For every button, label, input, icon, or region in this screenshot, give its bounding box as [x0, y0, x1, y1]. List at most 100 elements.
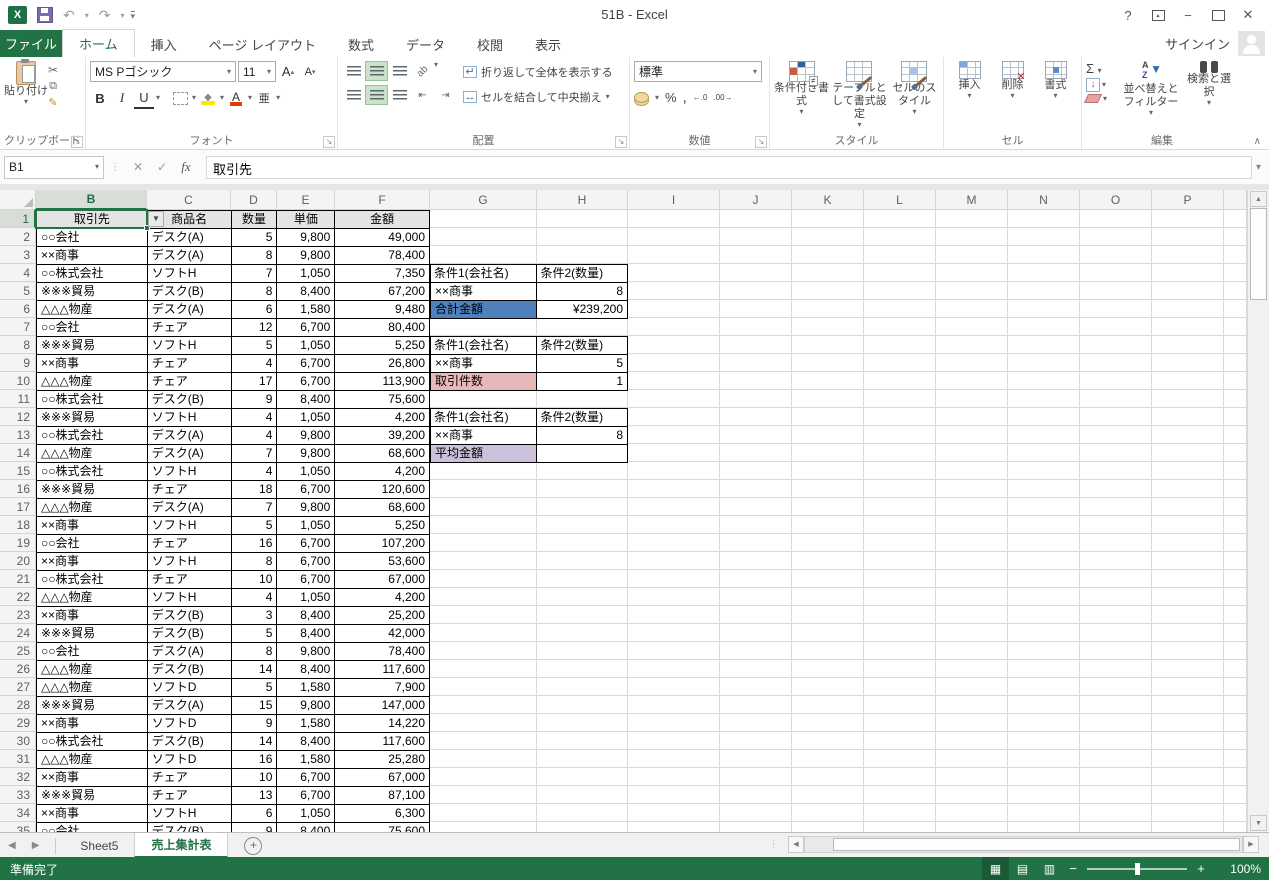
cell[interactable]: ※※※貿易	[37, 409, 148, 427]
number-format-combo[interactable]: 標準 ▾	[634, 61, 762, 82]
conditional-formatting-button[interactable]: ≠ 条件付き書式 ▾	[774, 61, 829, 129]
cell[interactable]: ソフトH	[148, 463, 232, 481]
cell[interactable]: 4	[232, 409, 278, 427]
cell[interactable]: 7	[232, 499, 278, 517]
cell[interactable]: 6,300	[335, 805, 430, 823]
undo-icon[interactable]: ↶	[63, 8, 75, 22]
cell[interactable]: 5	[232, 517, 278, 535]
cell[interactable]: 78,400	[335, 247, 430, 265]
cell[interactable]: チェア	[148, 355, 232, 373]
cell[interactable]: 6	[232, 805, 278, 823]
tab-file[interactable]: ファイル	[0, 30, 62, 57]
decrease-decimal-button[interactable]: .00→	[713, 93, 732, 102]
cell-styles-button[interactable]: セルのスタイル ▾	[890, 61, 939, 129]
cell[interactable]: 5,250	[335, 337, 430, 355]
horizontal-scrollbar[interactable]: ⋮ ◀ ▶	[769, 835, 1259, 853]
select-all-corner[interactable]	[0, 190, 36, 210]
cell[interactable]: ソフトD	[148, 715, 232, 733]
cell[interactable]: 8,400	[277, 391, 335, 409]
italic-button[interactable]: I	[112, 88, 132, 108]
cell[interactable]: ○○会社	[37, 535, 148, 553]
cell[interactable]: ××商事	[431, 355, 537, 373]
filter-dropdown-icon[interactable]: ▼	[148, 211, 164, 227]
cell[interactable]: 1,050	[277, 409, 335, 427]
cell[interactable]: 9,800	[277, 643, 335, 661]
cell[interactable]: 18	[232, 481, 278, 499]
row-header-18[interactable]: 18	[0, 516, 36, 534]
cell[interactable]: 1,050	[277, 265, 335, 283]
cell[interactable]: デスク(A)	[148, 445, 232, 463]
cell[interactable]: 10	[232, 571, 278, 589]
format-painter-icon[interactable]: ✎	[48, 96, 58, 109]
user-avatar[interactable]	[1238, 31, 1265, 56]
cell[interactable]: デスク(A)	[148, 427, 232, 445]
cell[interactable]: チェア	[148, 571, 232, 589]
cell[interactable]: 67,000	[335, 769, 430, 787]
header-cell[interactable]: 金額	[335, 211, 430, 229]
cell[interactable]: 4,200	[335, 589, 430, 607]
cell[interactable]: ○○会社	[37, 823, 148, 832]
cell[interactable]: 8	[232, 247, 278, 265]
cell[interactable]: ○○株式会社	[37, 733, 148, 751]
row-header-1[interactable]: 1	[0, 210, 36, 228]
cell[interactable]: ××商事	[37, 805, 148, 823]
excel-app-icon[interactable]: X	[8, 6, 27, 24]
cell[interactable]: 15	[232, 697, 278, 715]
cell[interactable]: ソフトH	[148, 805, 232, 823]
sheet-nav-left-icon[interactable]: ◀	[0, 840, 24, 851]
sheet-tab-sales-summary[interactable]: 売上集計表	[134, 833, 228, 858]
sort-filter-button[interactable]: A Z ▼ 並べ替えとフィルター ▾	[1120, 61, 1182, 117]
cell[interactable]: 4	[232, 463, 278, 481]
redo-caret-icon[interactable]: ▾	[120, 11, 124, 20]
align-bottom-button[interactable]	[388, 61, 411, 81]
cut-icon[interactable]: ✂	[48, 63, 58, 77]
cell[interactable]: 17	[232, 373, 278, 391]
cell[interactable]: 5,250	[335, 517, 430, 535]
header-cell[interactable]: 単価	[277, 211, 335, 229]
cell[interactable]: 53,600	[335, 553, 430, 571]
column-header-F[interactable]: F	[335, 190, 430, 210]
cell[interactable]: 75,600	[335, 391, 430, 409]
cell[interactable]: 14	[232, 661, 278, 679]
cell[interactable]: 25,200	[335, 607, 430, 625]
tab-data[interactable]: データ	[390, 31, 461, 57]
cell[interactable]: チェア	[148, 481, 232, 499]
cell[interactable]: デスク(A)	[148, 643, 232, 661]
row-header-28[interactable]: 28	[0, 696, 36, 714]
row-header-8[interactable]: 8	[0, 336, 36, 354]
currency-caret-icon[interactable]: ▾	[655, 94, 659, 102]
cell[interactable]: 7	[232, 445, 278, 463]
cell[interactable]: 5	[232, 625, 278, 643]
cell[interactable]: ○○株式会社	[37, 463, 148, 481]
cell[interactable]: ※※※貿易	[37, 625, 148, 643]
row-header-5[interactable]: 5	[0, 282, 36, 300]
row-header-19[interactable]: 19	[0, 534, 36, 552]
cell[interactable]: 6,700	[277, 553, 335, 571]
row-header-29[interactable]: 29	[0, 714, 36, 732]
cell[interactable]: ××商事	[37, 769, 148, 787]
cell[interactable]: △△△物産	[37, 301, 148, 319]
row-header-11[interactable]: 11	[0, 390, 36, 408]
normal-view-icon[interactable]: ▦	[982, 857, 1009, 880]
horizontal-scroll-track[interactable]	[804, 836, 1243, 853]
result-label-cell[interactable]: 取引件数	[431, 373, 537, 391]
cell[interactable]: 10	[232, 769, 278, 787]
cell[interactable]: 9,800	[277, 247, 335, 265]
row-header-2[interactable]: 2	[0, 228, 36, 246]
cell[interactable]: 8	[232, 283, 278, 301]
column-header-B[interactable]: B	[36, 190, 147, 210]
comma-style-button[interactable]: ,	[683, 89, 687, 106]
cell[interactable]: △△△物産	[37, 751, 148, 769]
cell[interactable]: チェア	[148, 319, 232, 337]
cell[interactable]: ○○会社	[37, 319, 148, 337]
cell[interactable]: 1,050	[277, 589, 335, 607]
cell[interactable]: 26,800	[335, 355, 430, 373]
column-header-E[interactable]: E	[277, 190, 335, 210]
column-header-J[interactable]: J	[720, 190, 792, 210]
page-break-view-icon[interactable]: ▥	[1036, 857, 1063, 880]
cell[interactable]: △△△物産	[37, 499, 148, 517]
cell[interactable]: ソフトH	[148, 553, 232, 571]
tab-insert[interactable]: 挿入	[135, 31, 193, 57]
cell[interactable]: 39,200	[335, 427, 430, 445]
row-header-17[interactable]: 17	[0, 498, 36, 516]
